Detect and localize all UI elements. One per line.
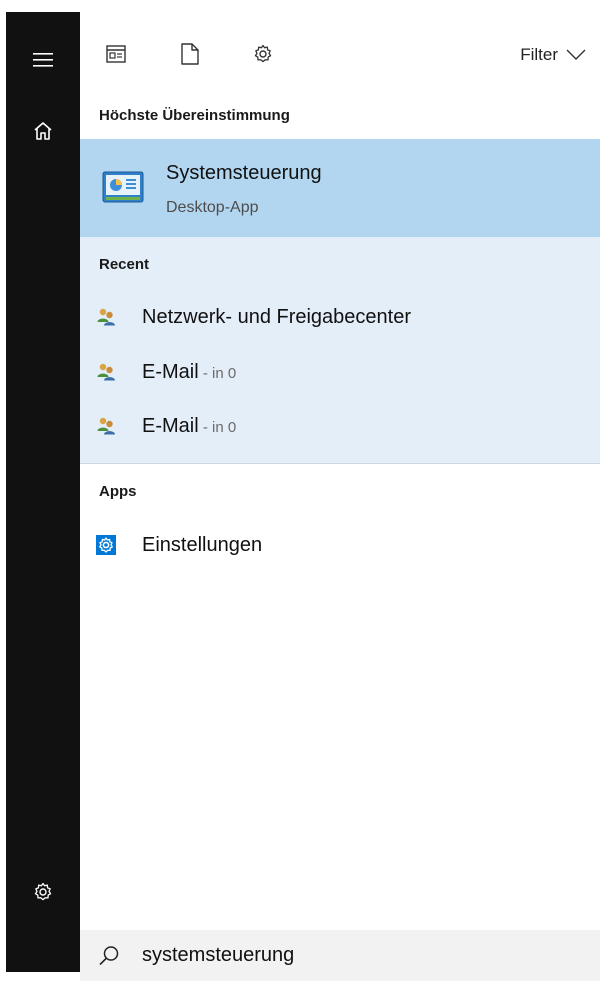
recent-heading: Recent: [99, 256, 150, 273]
search-icon: [99, 946, 119, 966]
settings-app-icon: [96, 535, 116, 555]
recent-item-label: E-Mail: [142, 414, 199, 437]
start-menu-rail: [6, 12, 80, 972]
users-icon: [97, 363, 115, 381]
chevron-down-icon: [566, 49, 586, 60]
hamburger-menu-icon: [33, 53, 53, 67]
control-panel-icon: [102, 171, 144, 203]
settings-gear-icon: [34, 882, 52, 901]
users-icon: [97, 308, 115, 326]
settings-button[interactable]: [6, 868, 80, 916]
settings-gear-icon: [254, 44, 272, 63]
apps-heading: Apps: [99, 483, 137, 500]
hamburger-menu-button[interactable]: [6, 36, 80, 84]
best-match-subtitle: Desktop-App: [166, 199, 259, 216]
app-item-einstellungen[interactable]: Einstellungen: [80, 519, 600, 571]
recent-item[interactable]: E-Mail - in 0: [80, 400, 600, 452]
best-match-title: Systemsteuerung: [166, 162, 322, 184]
home-icon: [34, 122, 52, 140]
search-input[interactable]: [142, 940, 582, 970]
filter-label: Filter: [520, 45, 558, 64]
documents-button[interactable]: [176, 40, 204, 68]
app-item-label: Einstellungen: [142, 533, 263, 556]
settings-filter-button[interactable]: [249, 40, 277, 68]
search-box[interactable]: [80, 930, 600, 981]
document-view-icon: [106, 45, 126, 63]
recent-item-label: Netzwerk- und Freigabecenter: [142, 305, 412, 328]
search-toolbar: Filter: [80, 12, 600, 98]
home-button[interactable]: [6, 107, 80, 155]
best-match-heading: Höchste Übereinstimmung: [99, 107, 290, 124]
section-divider: [80, 463, 600, 464]
recent-item[interactable]: E-Mail - in 0: [80, 346, 600, 398]
users-icon: [97, 417, 115, 435]
recent-item-suffix: - in 0: [198, 418, 237, 436]
document-view-button[interactable]: [102, 40, 130, 68]
recent-item-suffix: - in 0: [198, 364, 237, 382]
filter-dropdown[interactable]: Filter: [520, 42, 586, 68]
recent-item[interactable]: Netzwerk- und Freigabecenter: [80, 291, 600, 343]
document-icon: [181, 43, 199, 65]
recent-item-label: E-Mail: [142, 360, 199, 383]
best-match-result[interactable]: Systemsteuerung Desktop-App: [80, 139, 600, 237]
